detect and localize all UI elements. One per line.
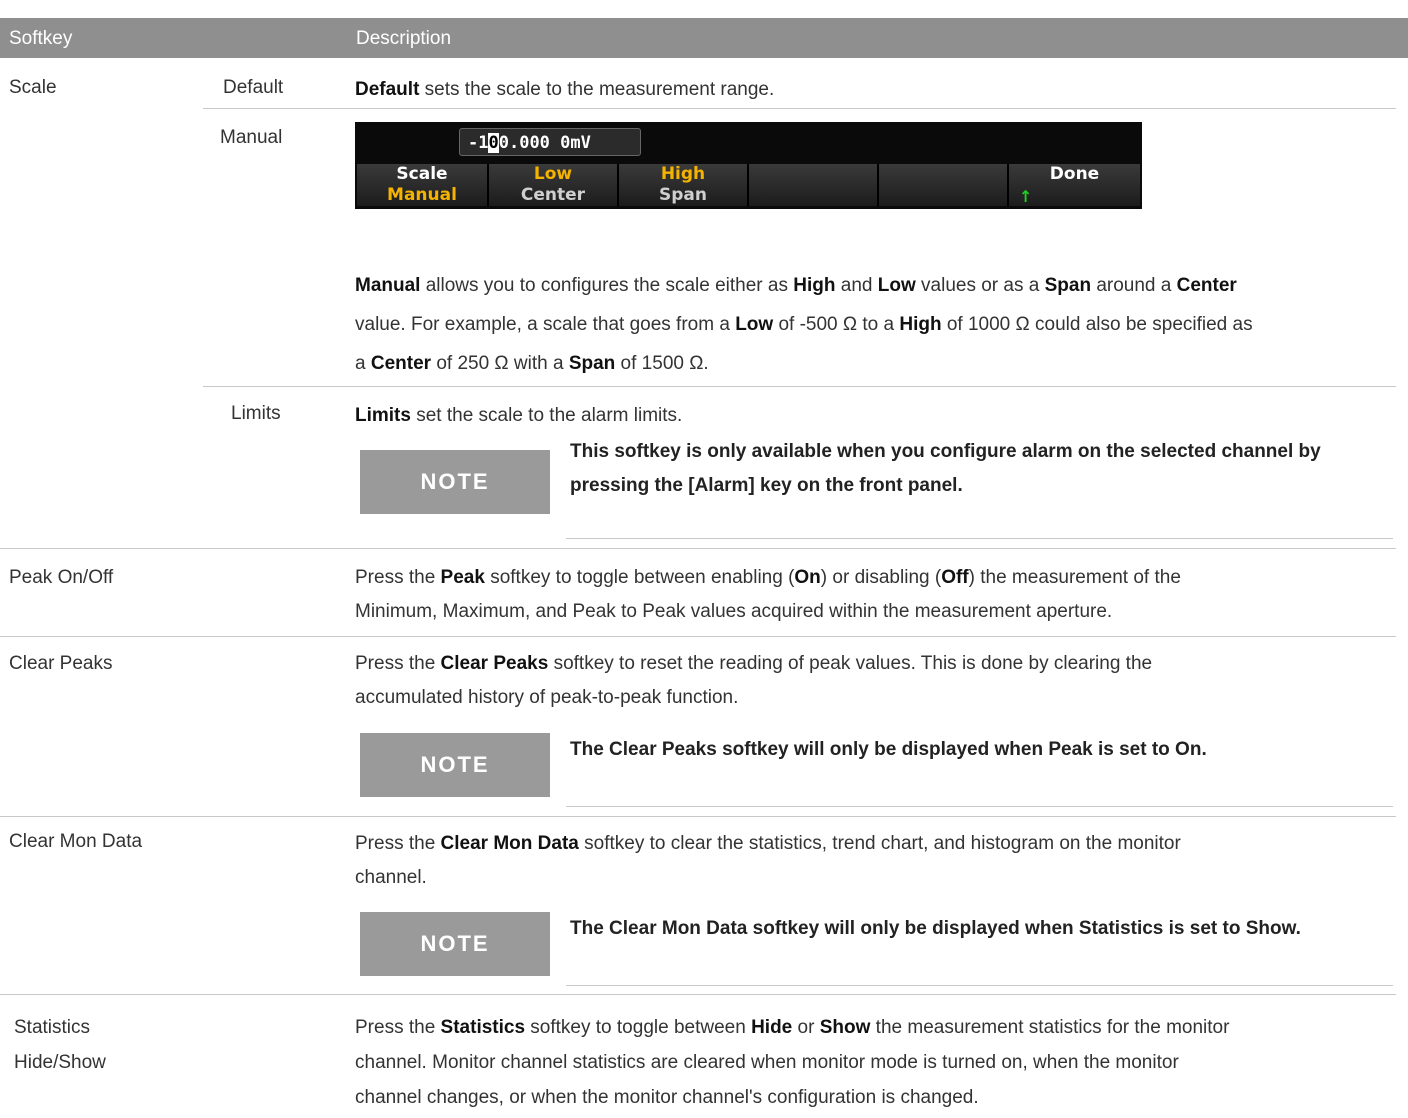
clear-mon-label: Clear Mon Data: [9, 831, 143, 852]
divider: [203, 108, 1396, 109]
clear-mon-desc-line2: channel.: [355, 867, 427, 888]
scale-label: Scale: [9, 77, 57, 98]
row-divider: [0, 636, 1396, 637]
note-underline: [566, 985, 1393, 986]
softkey-empty-5[interactable]: [879, 164, 1009, 206]
peak-label: Peak On/Off: [9, 567, 114, 588]
manual-desc-line1: Manual allows you to configures the scal…: [355, 275, 1237, 296]
row-divider: [0, 548, 1396, 549]
clear-peaks-desc-line2: accumulated history of peak-to-peak func…: [355, 687, 739, 708]
clear-mon-desc-line1: Press the Clear Mon Data softkey to clea…: [355, 833, 1181, 854]
softkey-empty-4[interactable]: [749, 164, 879, 206]
statistics-label-2: Hide/Show: [14, 1052, 106, 1073]
note-badge: NOTE: [360, 912, 550, 976]
note-underline: [566, 806, 1393, 807]
default-label: Default: [223, 77, 284, 98]
softkey-low-center[interactable]: Low Center: [489, 164, 619, 206]
peak-desc-line1: Press the Peak softkey to toggle between…: [355, 567, 1181, 588]
statistics-label: Statistics: [14, 1017, 91, 1038]
note-underline: [566, 538, 1393, 539]
limits-desc: Limits set the scale to the alarm limits…: [355, 405, 683, 426]
note-text-line1: This softkey is only available when you …: [570, 441, 1321, 462]
row-divider: [0, 994, 1396, 995]
clear-peaks-desc-line1: Press the Clear Peaks softkey to reset t…: [355, 653, 1153, 674]
statistics-desc-line2: channel. Monitor channel statistics are …: [355, 1052, 1179, 1073]
note-text: The Clear Mon Data softkey will only be …: [570, 918, 1301, 939]
softkey-done[interactable]: Done ↑: [1009, 164, 1140, 206]
manual-desc-line3: a Center of 250 Ω with a Span of 1500 Ω.: [355, 353, 709, 374]
row-divider: [0, 816, 1396, 817]
note-text-line2: pressing the [Alarm] key on the front pa…: [570, 475, 963, 496]
note-text: The Clear Peaks softkey will only be dis…: [570, 739, 1207, 760]
manual-desc-line2: value. For example, a scale that goes fr…: [355, 314, 1253, 335]
note-badge: NOTE: [360, 733, 550, 797]
peak-desc-line2: Minimum, Maximum, and Peak to Peak value…: [355, 601, 1113, 622]
statistics-desc-line3: channel changes, or when the monitor cha…: [355, 1087, 979, 1108]
divider: [203, 386, 1396, 387]
clear-peaks-label: Clear Peaks: [9, 653, 113, 674]
table-header: Softkey Description: [0, 18, 1408, 58]
softkey-scale-manual[interactable]: Scale Manual: [357, 164, 489, 206]
header-description: Description: [356, 28, 452, 49]
header-softkey: Softkey: [9, 28, 73, 49]
limits-label: Limits: [231, 403, 281, 424]
default-desc: Default sets the scale to the measuremen…: [355, 79, 775, 100]
up-arrow-icon: ↑: [1019, 187, 1033, 206]
manual-label: Manual: [220, 127, 283, 148]
note-badge: NOTE: [360, 450, 550, 514]
softkey-high-span[interactable]: High Span: [619, 164, 749, 206]
softkey-panel: -100.000 0mV Scale Manual Low Center High S…: [355, 122, 1142, 209]
value-readout: -100.000 0mV: [459, 128, 641, 156]
statistics-desc-line1: Press the Statistics softkey to toggle b…: [355, 1017, 1230, 1038]
